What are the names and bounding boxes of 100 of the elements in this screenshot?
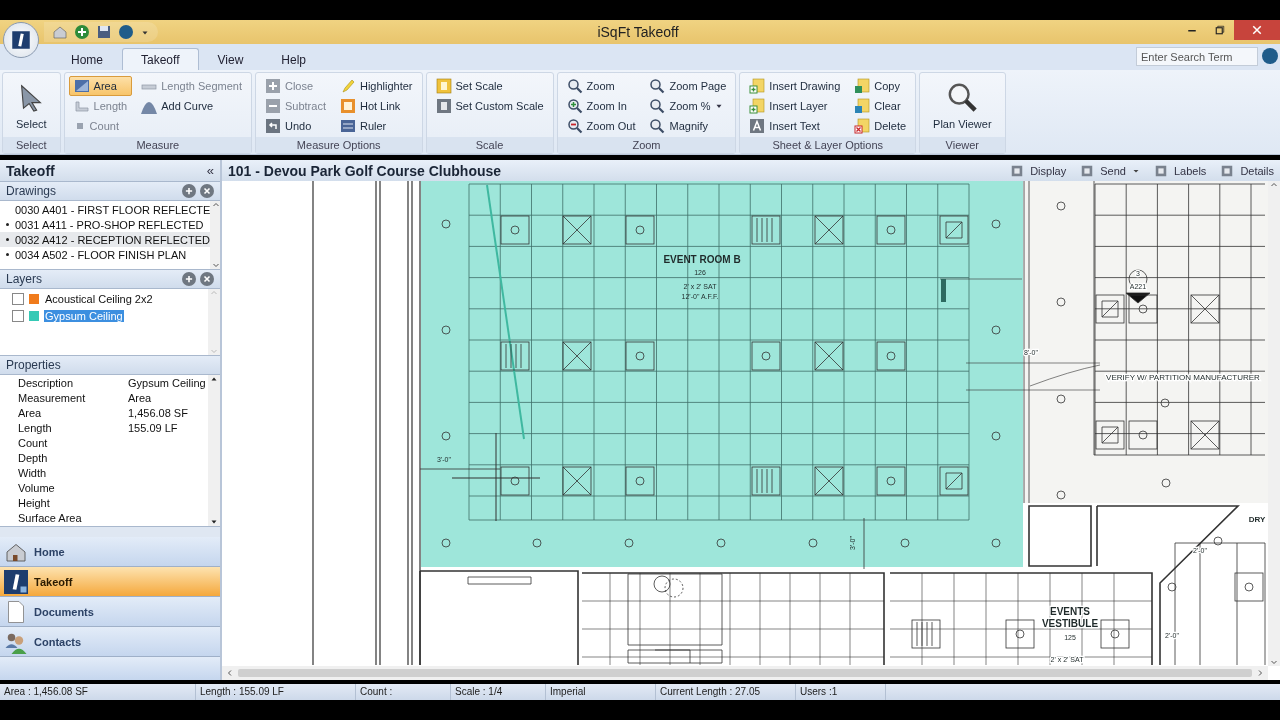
ribbon-button[interactable]: Zoom Page (644, 76, 732, 96)
plan-label: VESTIBULE (1041, 618, 1099, 629)
layer-checkbox[interactable] (12, 310, 24, 322)
plan-label: DRY (1248, 515, 1266, 524)
ribbon-button[interactable]: Zoom (561, 76, 641, 96)
scrollbar[interactable] (222, 666, 1268, 680)
ribbon-button[interactable]: Plan Viewer (924, 76, 1001, 136)
house-icon (52, 24, 68, 40)
restore-icon (1214, 24, 1226, 36)
ribbon-button[interactable]: Clear (849, 96, 912, 116)
ribbon-button[interactable]: Set Custom Scale (430, 96, 549, 116)
nav-item[interactable]: Home (0, 537, 220, 567)
ribbon-button[interactable]: Undo (259, 116, 331, 136)
magnifier-icon (649, 78, 666, 94)
ribbon-button[interactable]: Set Scale (430, 76, 549, 96)
ribbon-button[interactable]: Copy (849, 76, 912, 96)
ribbon-tab[interactable]: Help (262, 48, 325, 70)
property-name: Depth (18, 452, 49, 466)
status-text: Scale : 1/4 (451, 684, 546, 700)
nav-item[interactable]: Contacts (0, 627, 220, 657)
search-field[interactable]: Enter Search Term (1136, 47, 1258, 66)
toolbar-button[interactable]: Send (1080, 163, 1140, 178)
ribbon-tab[interactable]: View (198, 48, 263, 70)
property-name: Volume (18, 482, 56, 496)
ribbon-button[interactable]: Area (68, 76, 133, 96)
sheet-clear-icon (854, 98, 871, 114)
ribbon-tab[interactable]: Takeoff (122, 48, 199, 70)
ribbon-button[interactable]: Delete (849, 116, 912, 136)
property-name: Length (18, 422, 53, 436)
magnifier-icon (566, 78, 583, 94)
property-name: Height (18, 497, 51, 511)
property-name: Width (18, 467, 48, 481)
property-name: Measurement (18, 392, 87, 406)
group-label: Viewer (920, 137, 1005, 153)
property-name: Description (18, 377, 75, 391)
status-text: Current Length : 27.05 (656, 684, 796, 700)
section-title: Properties (6, 358, 61, 372)
document-title: 101 - Devou Park Golf Course Clubhouse (228, 162, 503, 179)
drawing-item[interactable]: 0031 A411 - PRO-SHOP REFLECTED (0, 217, 211, 232)
ribbon-button[interactable]: Zoom % (644, 96, 732, 116)
group-label: Zoom (557, 137, 736, 153)
undo-icon (264, 118, 281, 134)
remove-button[interactable] (200, 272, 214, 286)
status-text: Area : 1,456.08 SF (0, 684, 196, 700)
property-value: 1,456.08 SF (128, 407, 189, 421)
sheet-add-icon (749, 78, 766, 94)
drawing-item[interactable]: 0030 A401 - FIRST FLOOR REFLECTE (0, 202, 211, 217)
layer-name[interactable]: Acoustical Ceiling 2x2 (44, 293, 154, 305)
scale-icon (435, 78, 452, 94)
ribbon-button[interactable]: Insert Drawing (744, 76, 846, 96)
down-arrow-icon (210, 518, 218, 526)
scrollbar[interactable] (210, 201, 220, 269)
app-logo[interactable] (3, 22, 39, 58)
drawing-item[interactable]: 0034 A502 - FLOOR FINISH PLAN (0, 247, 211, 262)
ribbon-tab[interactable]: Home (52, 48, 122, 70)
toolbar-icon (1153, 163, 1168, 178)
add-button[interactable] (182, 272, 196, 286)
add-button[interactable] (182, 184, 196, 198)
ribbon-button[interactable]: Zoom Out (561, 116, 641, 136)
section-title: Layers (6, 272, 43, 286)
scrollbar[interactable] (1268, 181, 1280, 666)
plan-label: EVENT ROOM B (663, 254, 741, 265)
scrollbar[interactable] (208, 289, 220, 355)
plus-icon (184, 186, 194, 196)
layer-checkbox[interactable] (12, 293, 24, 305)
app-logo-icon (4, 569, 28, 594)
sheet-delete-icon (854, 118, 871, 134)
toolbar-button[interactable]: Details (1220, 163, 1274, 178)
ribbon-button[interactable]: Highlighter (334, 76, 418, 96)
close-icon (202, 186, 212, 196)
hotlink-icon (339, 98, 356, 114)
app-logo-icon (11, 30, 31, 50)
status-text: Count : (356, 684, 451, 700)
group-label: Sheet & Layer Options (740, 137, 916, 153)
ribbon-button[interactable]: Insert Layer (744, 96, 846, 116)
collapse-button[interactable]: « (206, 163, 214, 178)
nav-item[interactable]: Documents (0, 597, 220, 627)
ribbon-button[interactable]: Magnify (644, 116, 732, 136)
zoom-out-icon (566, 118, 583, 134)
drawing-item[interactable]: 0032 A412 - RECEPTION REFLECTED (0, 232, 211, 247)
property-value: 155.09 LF (128, 422, 179, 436)
window-title: iSqFt Takeoff (596, 24, 680, 40)
nav-item[interactable]: Takeoff (0, 567, 220, 597)
toolbar-button[interactable]: Display (1010, 163, 1067, 178)
scrollbar[interactable] (208, 375, 220, 526)
ribbon-button[interactable]: Add Curve (136, 96, 247, 116)
ribbon-button[interactable]: Zoom In (561, 96, 641, 116)
ribbon-button[interactable]: Insert Text (744, 116, 846, 136)
property-name: Area (18, 407, 43, 421)
ribbon-button[interactable]: Hot Link (334, 96, 418, 116)
remove-button[interactable] (200, 184, 214, 198)
property-name: Count (18, 437, 49, 451)
toolbar-icon (1220, 163, 1235, 178)
group-label: Measure (64, 137, 251, 153)
status-text: Users :1 (796, 684, 886, 700)
ribbon-button[interactable]: Select (7, 76, 56, 136)
ribbon-button[interactable]: Ruler (334, 116, 418, 136)
area-icon (73, 78, 90, 94)
toolbar-button[interactable]: Labels (1153, 163, 1207, 178)
property-value: Gypsum Ceiling (128, 377, 207, 391)
